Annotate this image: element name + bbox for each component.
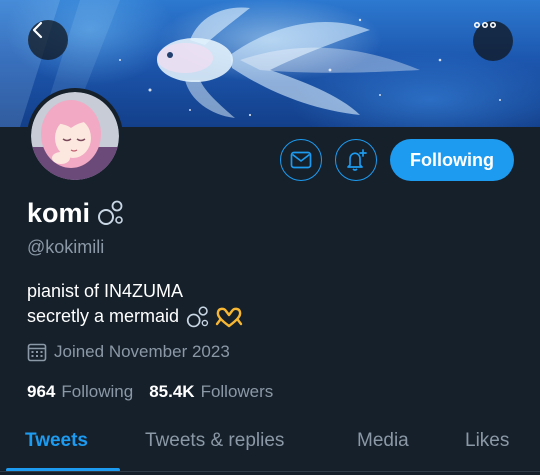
bubbles-emoji [186, 305, 209, 327]
tab-tweets-replies[interactable]: Tweets & replies [145, 430, 284, 452]
back-button[interactable] [28, 20, 68, 60]
more-options-button[interactable] [473, 21, 513, 61]
more-options-icon [473, 21, 496, 29]
bio-line-1: pianist of IN4ZUMA [27, 281, 184, 301]
joined-text: Joined November 2023 [54, 342, 230, 361]
bubbles-emoji [98, 200, 123, 225]
followers-count: 85.4K [149, 382, 195, 401]
notifications-button[interactable] [335, 139, 377, 181]
display-name: komi [27, 196, 126, 230]
bio-line-2: secretly a mermaid [27, 306, 180, 326]
profile-tabs: Tweets Tweets & replies Media Likes [0, 420, 540, 475]
bio: pianist of IN4ZUMA secretly a mermaid [27, 279, 243, 329]
bio-line-2-row: secretly a mermaid [27, 304, 243, 329]
back-arrow-icon [32, 21, 43, 39]
display-name-text: komi [27, 198, 91, 228]
avatar[interactable] [27, 88, 123, 184]
following-count: 964 [27, 382, 56, 401]
tabs-divider [0, 471, 540, 472]
following-stat[interactable]: 964 Following [27, 382, 133, 402]
joined-date: Joined November 2023 [27, 342, 230, 362]
follow-stats: 964 Following 85.4K Followers [27, 382, 273, 402]
tab-likes[interactable]: Likes [465, 430, 509, 452]
calendar-icon [27, 343, 47, 362]
avatar-image [31, 92, 119, 180]
heart-hands-emoji [215, 307, 243, 327]
following-button[interactable]: Following [390, 139, 514, 181]
tab-tweets[interactable]: Tweets [25, 430, 88, 452]
handle: @kokimili [27, 237, 105, 257]
bell-plus-icon [347, 149, 367, 171]
mail-icon [290, 151, 312, 169]
followers-stat[interactable]: 85.4K Followers [149, 382, 273, 402]
message-button[interactable] [280, 139, 322, 181]
tab-media[interactable]: Media [357, 430, 409, 452]
following-label: Following [61, 382, 134, 401]
followers-label: Followers [200, 382, 274, 401]
